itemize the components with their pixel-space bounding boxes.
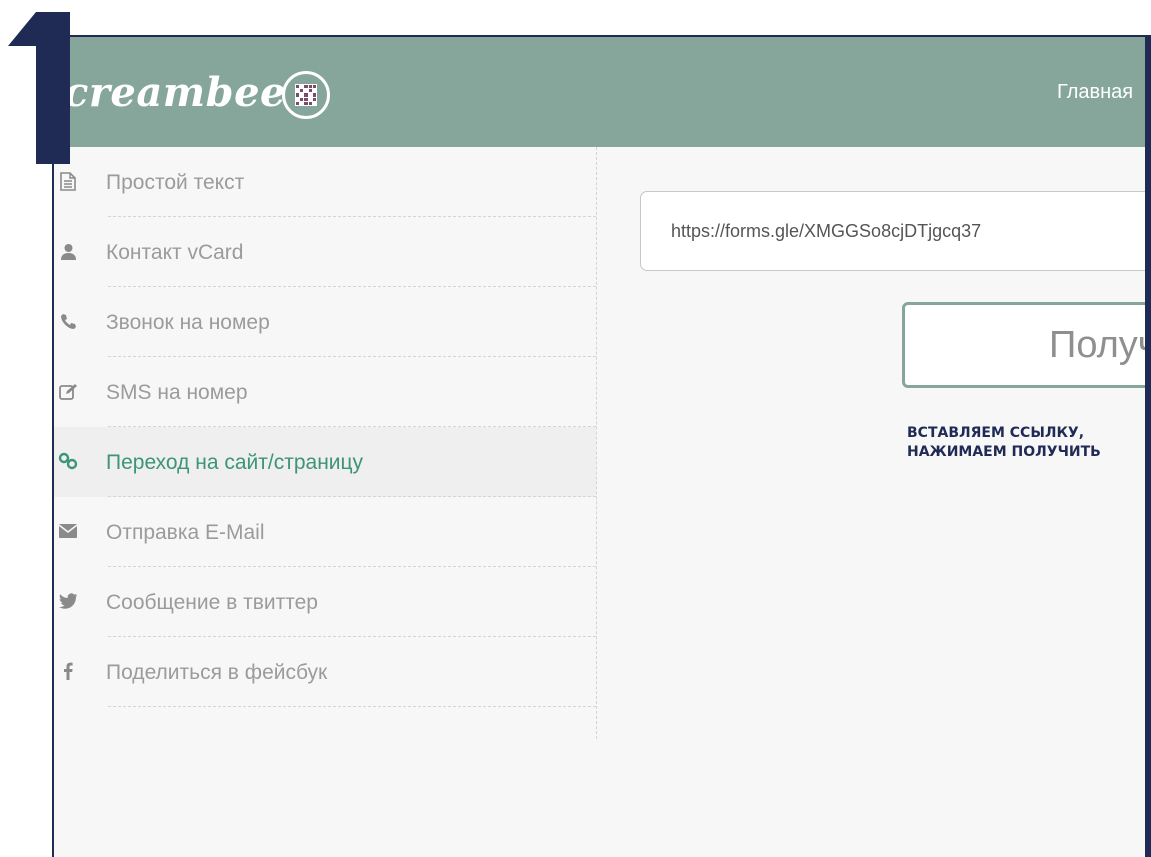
- user-icon: [58, 241, 78, 261]
- edit-icon: [58, 381, 78, 401]
- frame-right-border: [1145, 35, 1151, 857]
- sidebar-divider: [596, 147, 597, 739]
- menu-item-label: Контакт vCard: [106, 241, 244, 264]
- qr-type-menu: Простой текст Контакт vCard Звонок на но…: [54, 147, 596, 747]
- phone-icon: [58, 311, 78, 331]
- menu-item-website-link[interactable]: Переход на сайт/страницу: [54, 427, 596, 497]
- link-icon: [58, 451, 78, 471]
- menu-item-label: Переход на сайт/страницу: [106, 451, 364, 474]
- menu-item-label: Поделиться в фейсбук: [106, 661, 328, 684]
- site-header: creambee Главная: [54, 37, 1151, 147]
- menu-item-twitter[interactable]: Сообщение в твиттер: [54, 567, 596, 637]
- get-qr-button[interactable]: Получ: [902, 302, 1151, 388]
- envelope-icon: [58, 521, 78, 541]
- menu-item-email[interactable]: Отправка E-Mail: [54, 497, 596, 567]
- site-logo[interactable]: creambee: [64, 69, 286, 116]
- menu-item-label: Звонок на номер: [106, 311, 270, 334]
- instruction-line-2: НАЖИМАЕМ ПОЛУЧИТЬ: [907, 444, 1101, 460]
- url-input[interactable]: [640, 191, 1151, 271]
- step-number-marker: [8, 12, 70, 164]
- menu-item-label: Сообщение в твиттер: [106, 591, 318, 614]
- menu-item-facebook[interactable]: Поделиться в фейсбук: [54, 637, 596, 707]
- qr-logo-icon[interactable]: [282, 71, 330, 119]
- menu-item-label: SMS на номер: [106, 381, 248, 404]
- facebook-icon: [58, 661, 78, 681]
- menu-item-vcard[interactable]: Контакт vCard: [54, 217, 596, 287]
- menu-item-sms[interactable]: SMS на номер: [54, 357, 596, 427]
- menu-item-plain-text[interactable]: Простой текст: [54, 147, 596, 217]
- nav-link-home[interactable]: Главная: [1057, 81, 1133, 104]
- menu-item-label: Отправка E-Mail: [106, 521, 265, 544]
- document-icon: [58, 171, 78, 191]
- menu-item-label: Простой текст: [106, 171, 245, 194]
- twitter-icon: [58, 591, 78, 611]
- instruction-line-1: ВСТАВЛЯЕМ ССЫЛКУ,: [907, 425, 1085, 441]
- menu-item-call[interactable]: Звонок на номер: [54, 287, 596, 357]
- instruction-annotation: ВСТАВЛЯЕМ ССЫЛКУ, НАЖИМАЕМ ПОЛУЧИТЬ: [907, 424, 1101, 462]
- browser-frame: creambee Главная Простой текст Контакт v: [52, 35, 1151, 857]
